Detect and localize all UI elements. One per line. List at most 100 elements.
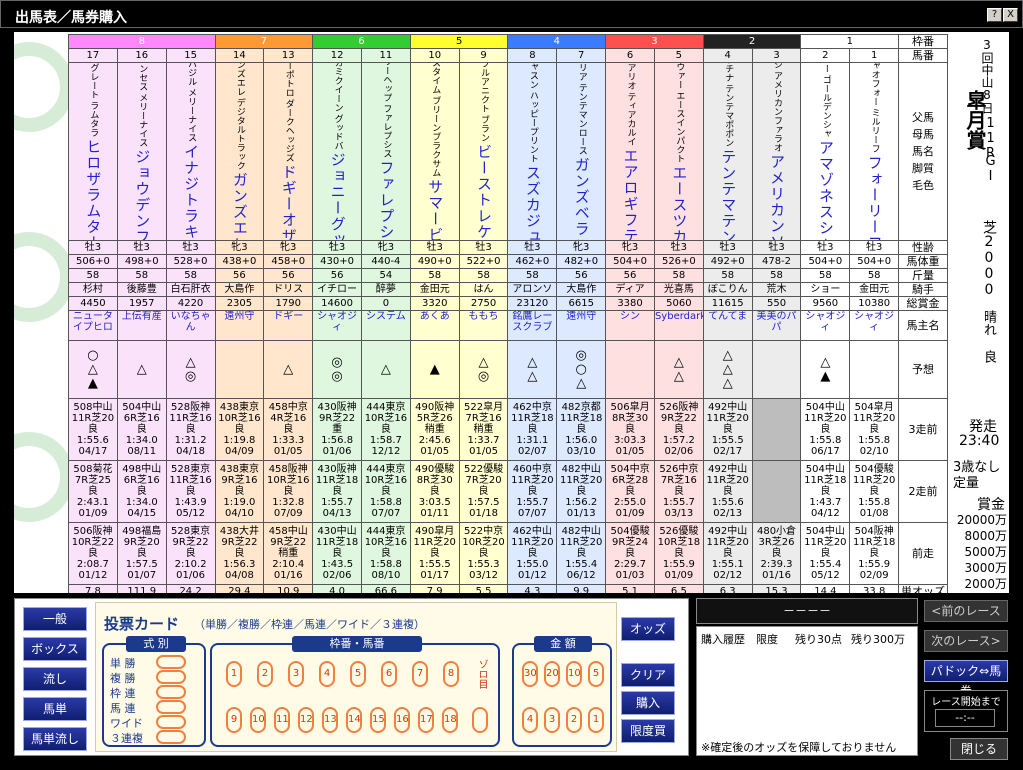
horse-number[interactable]: 2 <box>800 48 851 63</box>
total-prize-label: 総賞金 <box>898 296 948 311</box>
kinryo: 58 <box>68 268 118 283</box>
limit-buy-button[interactable]: 限度買 <box>621 719 675 743</box>
amount-oval[interactable]: 1 <box>588 707 604 733</box>
horse-number[interactable]: 15 <box>165 48 216 63</box>
amount-oval[interactable]: 2 <box>566 707 582 733</box>
dam-name: ダークヘッジズ <box>283 99 294 162</box>
horse-profile[interactable]: リボーソルバシアメリカンファラオアメリカンソルバシ <box>751 62 802 241</box>
amount-oval[interactable]: 3 <box>544 707 560 733</box>
buy-button[interactable]: 購入 <box>621 691 675 715</box>
bet-type-button[interactable]: ボックス <box>23 637 87 661</box>
horse-profile[interactable]: カワカミクイーン グッドバ ジョニーグット <box>312 62 362 241</box>
horse-number[interactable]: 14 <box>214 48 265 63</box>
number-oval[interactable]: 9 <box>226 707 242 733</box>
number-oval[interactable]: 4 <box>319 661 335 687</box>
horse-profile[interactable]: ケリーヘップ ファレプシス ファレプシス <box>360 62 411 241</box>
win-odds: 66.6 <box>360 584 411 593</box>
horse-number[interactable]: 13 <box>263 48 314 63</box>
horse-profile[interactable]: スズカジャスンハッピープリントスズカジュエル <box>507 62 558 241</box>
horse-profile[interactable]: ドギーポトロ ダークヘッジズ ドギーオザラ <box>263 62 314 241</box>
history-list[interactable]: 購入履歴 限度 残り30点 残り300万 ※確定後のオッズを保障しておりません <box>696 626 918 756</box>
horse-profile[interactable]: ザルツガウァーエースインパクトエースツカウァ <box>653 62 704 241</box>
horse-number[interactable]: 12 <box>312 48 362 63</box>
amount-oval[interactable]: 30 <box>522 661 538 687</box>
horse-profile[interactable]: カワカミプリンセスメリーナイスジョウデンファロス <box>116 62 167 241</box>
number-oval[interactable]: 6 <box>381 661 397 687</box>
sex-age: 牡3 <box>849 240 900 255</box>
bet-type-button[interactable]: 流し <box>23 667 87 691</box>
amount-oval[interactable]: 4 <box>522 707 538 733</box>
horse-profile[interactable]: ガンズアドリアテンテマンロースガンズベランシア <box>556 62 607 241</box>
close-window-button[interactable]: X <box>1003 8 1018 22</box>
horse-profile[interactable]: ヒロサグレート ラムタラ ヒロザラムターラ <box>68 62 118 241</box>
number-oval[interactable]: 3 <box>288 661 304 687</box>
number-oval[interactable]: 15 <box>370 707 386 733</box>
close-button[interactable]: 閉じる <box>950 738 1008 760</box>
horse-number[interactable]: 17 <box>68 48 118 63</box>
bet-type-button[interactable]: 一般 <box>23 607 87 631</box>
amount-oval[interactable]: 10 <box>566 661 582 687</box>
number-oval[interactable]: 13 <box>322 707 338 733</box>
odds-button[interactable]: オッズ <box>621 617 675 641</box>
number-oval[interactable]: 18 <box>442 707 458 733</box>
zorome-oval[interactable] <box>472 707 488 733</box>
number-oval[interactable]: 16 <box>394 707 410 733</box>
horse-profile[interactable]: テンテマプラチナテンテマポポンテンテマテンベスト <box>702 62 753 241</box>
past-race-r2: 498中山 6R芝16 良 1:34.0 04/15 <box>116 460 167 523</box>
jockey-name: ドリス <box>263 282 314 297</box>
bet-kind-oval[interactable] <box>156 655 186 669</box>
horse-profile[interactable]: ピースフルアニクト ブラン ビーストレケイン <box>458 62 509 241</box>
amount-oval[interactable]: 20 <box>544 661 560 687</box>
horse-number[interactable]: 1 <box>849 48 900 63</box>
horse-number[interactable]: 8 <box>507 48 558 63</box>
number-oval[interactable]: 10 <box>250 707 266 733</box>
horse-name: ビーストレケイン <box>475 143 494 241</box>
prev-race-button[interactable]: <前のレース <box>924 600 1008 622</box>
vote-subtitle: （単勝／複勝／枠連／馬連／ワイド／３連複） <box>194 618 425 631</box>
past-race-r2: 528東京 11R芝16 良 1:43.9 05/12 <box>165 460 216 523</box>
next-race-button[interactable]: 次のレース> <box>924 630 1008 652</box>
past-race-r3: 458中京 4R芝16 良 1:33.3 01/05 <box>263 398 314 461</box>
horse-profile[interactable]: ホワイトアリオティアカルイエアロギフテット <box>605 62 655 241</box>
horse-number[interactable]: 11 <box>360 48 411 63</box>
number-oval[interactable]: 2 <box>257 661 273 687</box>
number-oval[interactable]: 1 <box>226 661 242 687</box>
bet-type-button[interactable]: 馬単流し <box>23 727 87 751</box>
horse-profile[interactable]: シャオフォー ミルリーフ フォーリーフ <box>849 62 900 241</box>
horse-number[interactable]: 16 <box>116 48 167 63</box>
bet-kind-oval[interactable] <box>156 670 186 684</box>
horse-number[interactable]: 3 <box>751 48 802 63</box>
number-oval[interactable]: 11 <box>274 707 290 733</box>
sex-age: 牡3 <box>68 240 118 255</box>
bet-kind-oval[interactable] <box>156 700 186 714</box>
past-race-r1: 438大井 9R芝22 良 1:56.3 04/08 <box>214 522 265 585</box>
horse-number[interactable]: 5 <box>653 48 704 63</box>
horse-profile[interactable]: ニシノシャーゴールデンシャアマゾネスシャワー <box>800 62 851 241</box>
kinryo: 56 <box>312 268 362 283</box>
number-oval[interactable]: 12 <box>298 707 314 733</box>
bet-kind-oval[interactable] <box>156 730 186 744</box>
dam-name: メリーナイス <box>186 87 197 142</box>
horse-number[interactable]: 9 <box>458 48 509 63</box>
amount-oval[interactable]: 5 <box>588 661 604 687</box>
horse-number[interactable]: 10 <box>409 48 460 63</box>
horse-number[interactable]: 6 <box>605 48 655 63</box>
clear-button[interactable]: クリア <box>621 663 675 687</box>
number-oval[interactable]: 8 <box>443 661 459 687</box>
horse-number[interactable]: 7 <box>556 48 607 63</box>
horse-number[interactable]: 4 <box>702 48 753 63</box>
number-oval[interactable]: 5 <box>350 661 366 687</box>
horse-profile[interactable]: ガンズエレ デジタルトラック ガンズエレ <box>214 62 265 241</box>
paddock-button[interactable]: パドック⇔馬券 <box>924 660 1008 698</box>
number-oval[interactable]: 17 <box>418 707 434 733</box>
number-oval[interactable]: 7 <box>412 661 428 687</box>
number-oval[interactable]: 14 <box>346 707 362 733</box>
bet-kind-oval[interactable] <box>156 715 186 729</box>
bet-type-button[interactable]: 馬単 <box>23 697 87 721</box>
kinryo: 56 <box>556 268 607 283</box>
help-button[interactable]: ? <box>987 8 1002 22</box>
owner-name: ニュータイプヒロ <box>68 310 118 341</box>
bet-kind-oval[interactable] <box>156 685 186 699</box>
horse-profile[interactable]: カリナバジルメリーナイスイナジトラキクス <box>165 62 216 241</box>
horse-profile[interactable]: ブライアンズタイムブリーンブラクサムサマービュート <box>409 62 460 241</box>
